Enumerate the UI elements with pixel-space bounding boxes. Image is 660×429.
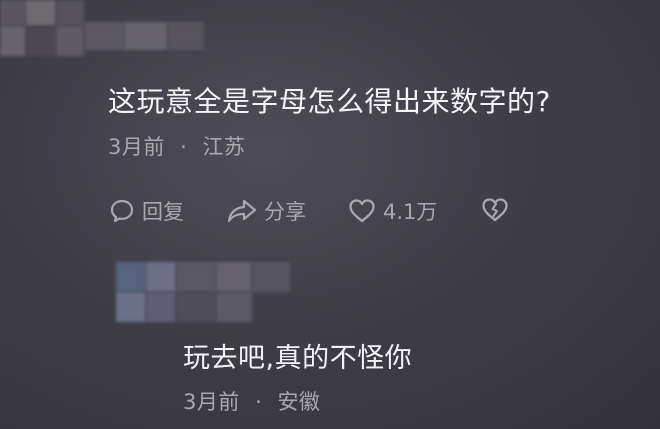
reply-comment-text: 玩去吧,真的不怪你 [183, 343, 413, 374]
share-icon [226, 197, 258, 225]
like-button[interactable]: 4.1万 [347, 196, 437, 226]
reply-comment-location: 安徽 [277, 390, 321, 414]
share-button[interactable]: 分享 [226, 196, 306, 226]
reply-comment-time: 3月前 [183, 390, 240, 414]
top-comment-separator: · [180, 135, 188, 159]
share-label: 分享 [264, 200, 306, 224]
reply-comment-meta: 3月前 · 安徽 [183, 386, 320, 416]
reply-icon [108, 197, 136, 225]
dislike-button[interactable] [480, 196, 510, 224]
top-comment-location: 江苏 [202, 135, 246, 159]
top-comment-meta: 3月前 · 江苏 [108, 131, 245, 161]
like-heart-icon [347, 197, 377, 225]
reply-label: 回复 [142, 200, 184, 224]
top-comment-time: 3月前 [108, 135, 165, 159]
reply-button[interactable]: 回复 [108, 196, 184, 226]
dislike-broken-heart-icon [480, 196, 510, 224]
like-count: 4.1万 [383, 200, 438, 224]
reply-comment-separator: · [255, 390, 263, 414]
top-comment-text: 这玩意全是字母怎么得出来数字的? [108, 85, 551, 118]
